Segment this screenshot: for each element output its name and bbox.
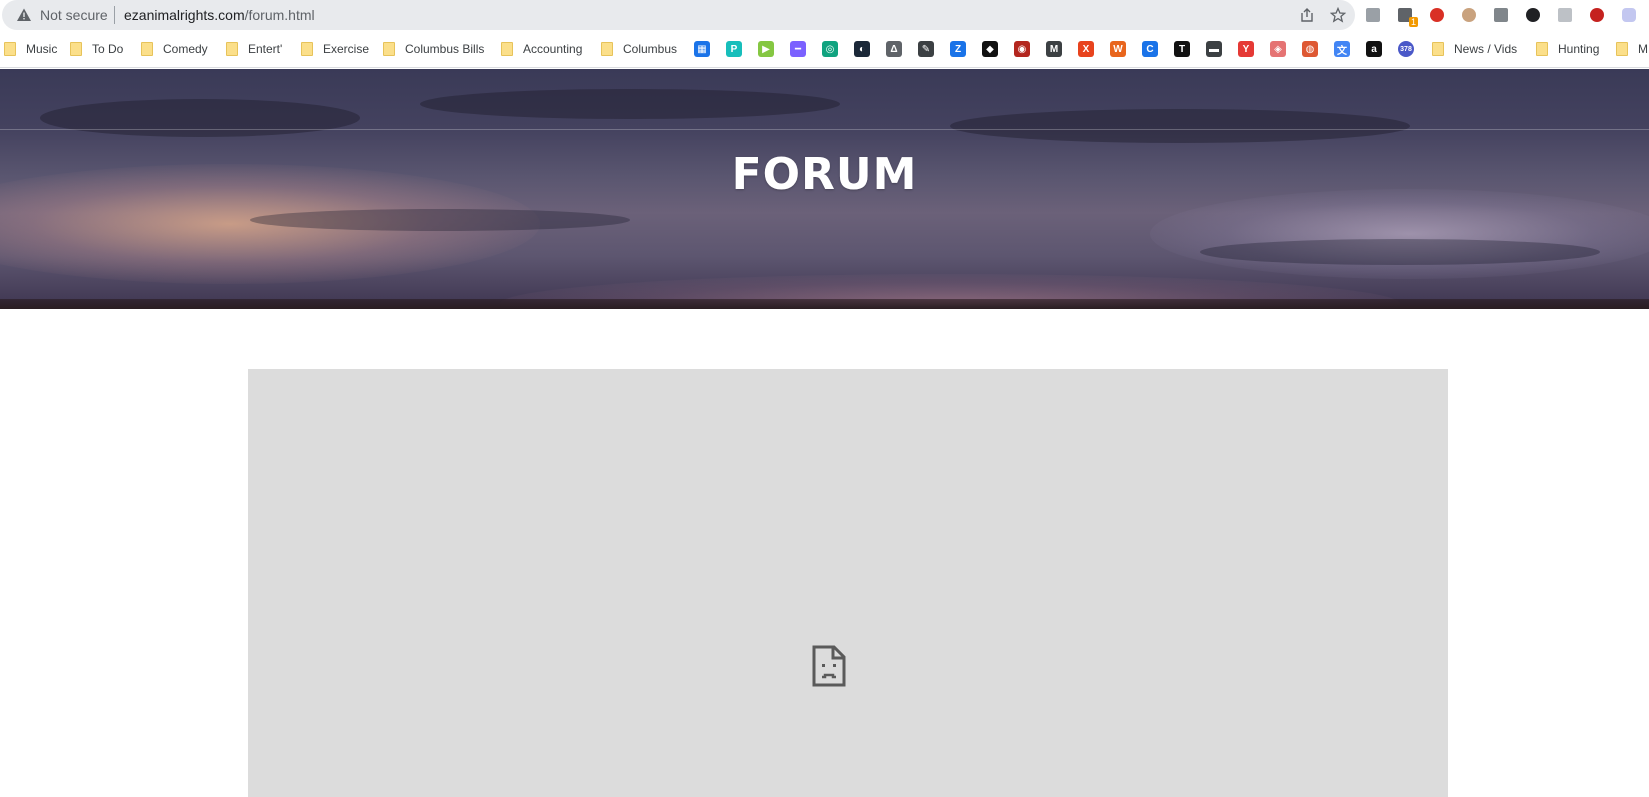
folder-icon [141, 42, 153, 56]
cloud [420, 89, 840, 119]
youtube-icon[interactable] [1586, 4, 1608, 26]
bookmark-folder-hunting[interactable]: Hunting [1536, 40, 1599, 58]
horizon-ground [0, 299, 1649, 309]
rainbow-bar-icon[interactable]: ━ [790, 41, 806, 57]
folder-icon [70, 42, 82, 56]
url-host: ezanimalrights.com [124, 7, 245, 23]
bookmark-label: Columbus [623, 42, 678, 56]
url-text[interactable]: ezanimalrights.com/forum.html [124, 7, 315, 23]
folder-icon [1616, 42, 1628, 56]
steam-icon[interactable]: ◐ [854, 41, 870, 57]
chatgpt-icon[interactable]: ◎ [822, 41, 838, 57]
delta-icon[interactable]: Δ [886, 41, 902, 57]
folder-icon [301, 42, 313, 56]
bookmark-folder-comedy[interactable]: Comedy [141, 40, 208, 58]
bookmark-folder-accounting[interactable]: Accounting [501, 40, 582, 58]
bookmark-label: Music [26, 42, 58, 56]
duckduckgo-icon[interactable]: ◍ [1302, 41, 1318, 57]
cloud [40, 99, 360, 137]
bookmark-folder-columbus[interactable]: Columbus [601, 40, 677, 58]
folder-icon [226, 42, 238, 56]
security-label[interactable]: Not secure [40, 7, 108, 23]
bold-letter-icon[interactable] [1522, 4, 1544, 26]
bookmark-folder-m[interactable]: M [1616, 40, 1648, 58]
c-letter-icon[interactable]: C [1142, 41, 1158, 57]
bookmark-label: M [1638, 42, 1648, 56]
share-button[interactable] [1297, 5, 1317, 25]
shield-icon[interactable] [1618, 4, 1640, 26]
bookmark-label: Exercise [323, 42, 370, 56]
cloud [1200, 239, 1600, 265]
folder-icon [383, 42, 395, 56]
cloud [250, 209, 630, 231]
extension-badge-icon[interactable]: 1 [1394, 4, 1418, 27]
badge-378-icon[interactable]: 378 [1398, 41, 1414, 57]
grid-apps-icon[interactable]: ▦ [694, 41, 710, 57]
folder-icon [601, 42, 613, 56]
extension-badge-count: 1 [1408, 17, 1418, 27]
bookmark-star-button[interactable] [1328, 5, 1348, 25]
x-letter-icon[interactable]: X [1078, 41, 1094, 57]
bookmark-folder-music[interactable]: Music [4, 40, 57, 58]
translate-icon[interactable]: 文 [1334, 41, 1350, 57]
rumble-play-icon[interactable]: ▶ [758, 41, 774, 57]
bookmark-folder-columbus-bills[interactable]: Columbus Bills [383, 40, 484, 58]
grey-letter-icon[interactable] [1554, 4, 1576, 26]
bookmark-label: Accounting [523, 42, 583, 56]
page-title: FORUM [731, 149, 918, 200]
sad-document-icon [812, 645, 846, 687]
nav-divider-line [0, 129, 1649, 130]
zoom-z-icon[interactable]: Z [950, 41, 966, 57]
bookmark-label: Columbus Bills [405, 42, 485, 56]
folder-icon [4, 42, 16, 56]
folder-icon [1432, 42, 1444, 56]
pcloud-icon[interactable]: P [726, 41, 742, 57]
w-letter-icon[interactable]: W [1110, 41, 1126, 57]
star-icon [1330, 7, 1346, 23]
couch-icon[interactable]: ▬ [1206, 41, 1222, 57]
bookmarks-bar: Music To Do Comedy Entert' Exercise Colu… [0, 30, 1649, 68]
imdb-mdbg-icon[interactable]: M [1046, 41, 1062, 57]
omnibox-divider [114, 6, 115, 24]
bookmark-label: Entert' [248, 42, 283, 56]
embedded-forum-frame[interactable] [248, 369, 1448, 797]
bookmark-folder-to-do[interactable]: To Do [70, 40, 123, 58]
black-square-icon[interactable]: ◆ [982, 41, 998, 57]
bookmark-folder-exercise[interactable]: Exercise [301, 40, 369, 58]
feather-icon[interactable]: ✎ [918, 41, 934, 57]
hero-banner: FORUM [0, 69, 1649, 309]
folder-icon [1536, 42, 1548, 56]
bookmark-folder-entert[interactable]: Entert' [226, 40, 282, 58]
cloud [950, 109, 1410, 143]
shield-red-icon[interactable]: ◈ [1270, 41, 1286, 57]
tv-icon[interactable]: T [1174, 41, 1190, 57]
bookmark-label: News / Vids [1454, 42, 1518, 56]
browser-toolbar: Not secure ezanimalrights.com/forum.html… [0, 0, 1649, 30]
film-icon[interactable] [1490, 4, 1512, 26]
bookmark-folder-news-vids[interactable]: News / Vids [1432, 40, 1517, 58]
bookmark-label: To Do [92, 42, 124, 56]
amazon-icon[interactable]: a [1366, 41, 1382, 57]
bookmark-label: Hunting [1558, 42, 1600, 56]
adblock-icon[interactable] [1426, 4, 1448, 26]
warning-icon[interactable] [16, 7, 32, 23]
owl-icon[interactable] [1458, 4, 1480, 26]
y-letter-icon[interactable]: Y [1238, 41, 1254, 57]
folder-icon [501, 42, 513, 56]
share-icon [1301, 8, 1313, 22]
address-bar[interactable]: Not secure ezanimalrights.com/forum.html [2, 0, 1355, 30]
sky-glow [1150, 189, 1649, 279]
url-path: /forum.html [244, 7, 315, 23]
tab-manager-icon[interactable] [1362, 4, 1384, 26]
bookmark-label: Comedy [163, 42, 208, 56]
red-target-icon[interactable]: ◉ [1014, 41, 1030, 57]
extensions-bar: 1 [1362, 4, 1640, 27]
